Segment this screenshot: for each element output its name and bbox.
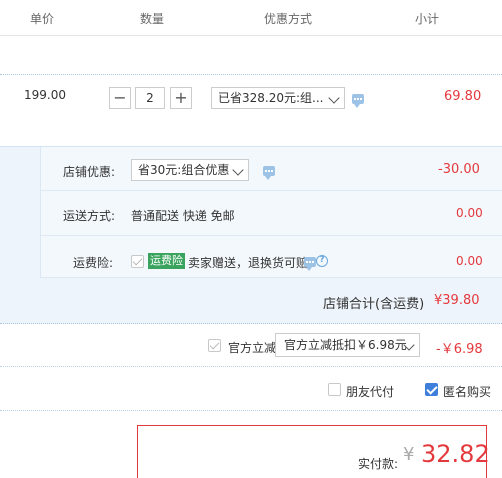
divider bbox=[0, 366, 502, 367]
quantity-input[interactable]: 2 bbox=[135, 87, 165, 109]
official-discount-label: 官方立减 bbox=[228, 341, 277, 355]
insurance-amount: 0.00 bbox=[456, 254, 483, 268]
shop-total-label: 店铺合计(含运费) bbox=[323, 297, 425, 312]
quantity-increase-button[interactable]: + bbox=[170, 87, 192, 109]
help-icon[interactable]: ? bbox=[316, 255, 328, 267]
header-unit-price: 单价 bbox=[30, 12, 55, 26]
chevron-down-icon bbox=[328, 92, 340, 104]
message-icon[interactable] bbox=[352, 94, 364, 108]
item-subtotal: 69.80 bbox=[444, 89, 482, 104]
insurance-checkbox bbox=[131, 255, 144, 268]
shipping-amount: 0.00 bbox=[456, 206, 483, 220]
payment-amount: 32.82 bbox=[421, 440, 490, 468]
shop-promo-label: 店铺优惠: bbox=[63, 165, 116, 179]
shop-summary: 店铺优惠: 省30元:组合优惠 -30.00 运送方式: 普通配送 快递 免邮 … bbox=[0, 146, 502, 324]
shop-promo-select-value: 省30元:组合优惠 bbox=[138, 163, 230, 177]
item-discount-select-value: 已省328.20元:组... bbox=[218, 91, 324, 105]
divider bbox=[0, 410, 502, 411]
shop-promo-amount: -30.00 bbox=[438, 162, 480, 177]
anonymous-checkbox[interactable] bbox=[425, 383, 438, 396]
insurance-text: 卖家赠送，退换货可赔 bbox=[188, 256, 309, 270]
unit-price: 199.00 bbox=[24, 88, 66, 102]
official-discount-select[interactable]: 官方立减抵扣￥6.98元 bbox=[275, 333, 420, 357]
friend-pay-label[interactable]: 朋友代付 bbox=[346, 383, 394, 400]
insurance-badge: 运费险 bbox=[148, 253, 185, 269]
item-row: 199.00 − 2 + 已省328.20元:组... 69.80 bbox=[0, 74, 502, 146]
shop-promo-select[interactable]: 省30元:组合优惠 bbox=[131, 159, 249, 181]
official-discount-amount: -￥6.98 bbox=[436, 342, 483, 357]
header-discount: 优惠方式 bbox=[264, 12, 313, 26]
shipping-value: 普通配送 快递 免邮 bbox=[131, 209, 235, 223]
table-header: 单价 数量 优惠方式 小计 bbox=[0, 0, 502, 36]
item-discount-select[interactable]: 已省328.20元:组... bbox=[211, 87, 345, 109]
payment-summary: 实付款: ¥ 32.82 bbox=[137, 425, 490, 478]
payment-label: 实付款: bbox=[358, 457, 399, 471]
shipping-label: 运送方式: bbox=[63, 209, 116, 223]
quantity-decrease-button[interactable]: − bbox=[109, 87, 131, 109]
insurance-label: 运费险: bbox=[73, 256, 114, 270]
message-icon[interactable] bbox=[304, 257, 316, 271]
anonymous-label[interactable]: 匿名购买 bbox=[443, 383, 491, 400]
shop-total-value: ¥39.80 bbox=[434, 293, 480, 308]
header-subtotal: 小计 bbox=[415, 12, 440, 26]
message-icon[interactable] bbox=[263, 166, 275, 180]
header-quantity: 数量 bbox=[140, 12, 165, 26]
payment-currency: ¥ bbox=[403, 444, 415, 465]
official-discount-checkbox bbox=[208, 339, 221, 352]
official-discount-select-value: 官方立减抵扣￥6.98元 bbox=[284, 338, 407, 352]
friend-pay-checkbox[interactable] bbox=[328, 383, 341, 396]
chevron-down-icon bbox=[232, 164, 244, 176]
